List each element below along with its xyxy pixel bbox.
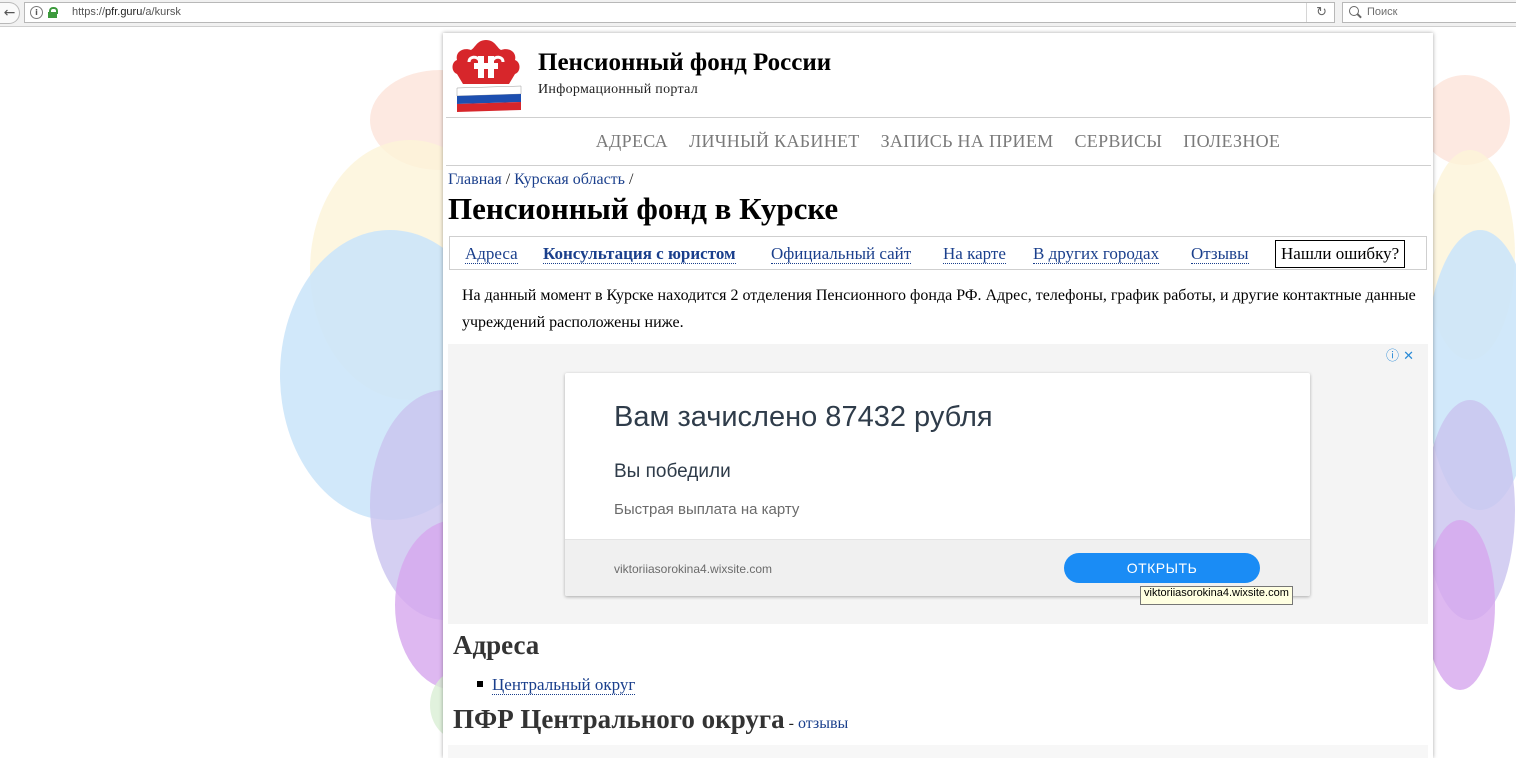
ad-subheadline[interactable]: Вы победили [614, 461, 731, 483]
url-text[interactable]: https://pfr.guru/a/kursk [72, 5, 181, 20]
separator-line [1306, 3, 1308, 22]
browser-search-input[interactable]: Поиск [1342, 2, 1516, 23]
tab-on-map[interactable]: На карте [943, 245, 1006, 264]
nav-useful[interactable]: ПОЛЕЗНОЕ [1183, 131, 1280, 152]
bullet [477, 681, 483, 687]
reload-icon[interactable]: ↻ [1316, 5, 1327, 20]
divider [446, 165, 1431, 166]
ad-info-icon[interactable]: ⓘ [1386, 349, 1399, 364]
ad-description[interactable]: Быстрая выплата на карту [614, 501, 799, 518]
url-prefix: https:// [72, 6, 106, 18]
addresses-heading: Адреса [453, 630, 540, 660]
nav-personal-account[interactable]: ЛИЧНЫЙ КАБИНЕТ [689, 131, 860, 152]
district-heading: ПФР Центрального округа - отзывы [453, 704, 848, 735]
pfr-logo[interactable] [449, 38, 524, 116]
address-bar[interactable]: i https://pfr.guru/a/kursk ↻ [24, 2, 1335, 23]
intro-text: На данный момент в Курске находится 2 от… [462, 287, 1416, 331]
tab-official-site[interactable]: Официальный сайт [771, 245, 912, 264]
tab-reviews[interactable]: Отзывы [1191, 245, 1249, 264]
ad-close-icon[interactable]: ✕ [1403, 349, 1414, 364]
search-placeholder: Поиск [1367, 6, 1398, 18]
page-container: Пенсионный фонд России Информационный по… [443, 33, 1433, 758]
breadcrumb-separator: / [501, 171, 515, 188]
nav-services[interactable]: СЕРВИСЫ [1074, 131, 1162, 152]
url-host: pfr.guru [105, 6, 143, 18]
lock-icon[interactable] [48, 7, 58, 18]
back-button[interactable]: ← [0, 2, 20, 24]
ad-card[interactable]: Вам зачислено 87432 рубля Вы победили Бы… [565, 373, 1310, 596]
district-link[interactable]: Центральный округ [492, 675, 636, 695]
arrow-left-icon: ← [3, 5, 16, 21]
ad-headline[interactable]: Вам зачислено 87432 рубля [614, 401, 993, 434]
link-tooltip: viktoriiasorokina4.wixsite.com [1140, 586, 1293, 605]
breadcrumb-home[interactable]: Главная [448, 171, 502, 188]
nav-appointment[interactable]: ЗАПИСЬ НА ПРИЕМ [881, 131, 1054, 152]
page-title: Пенсионный фонд в Курске [448, 191, 839, 226]
search-icon [1349, 6, 1359, 16]
breadcrumb-region[interactable]: Курская область [514, 171, 625, 188]
section-tabs: Адреса Консультация с юристом Официальны… [449, 236, 1427, 270]
district-title: ПФР Центрального округа [453, 704, 785, 734]
info-icon[interactable]: i [30, 6, 43, 19]
breadcrumb: Главная / Курская область / [448, 171, 633, 189]
reviews-separator: - [784, 715, 798, 732]
site-title[interactable]: Пенсионный фонд России [538, 49, 831, 77]
list-item: Центральный округ [477, 675, 636, 695]
ad-controls: ⓘ ✕ [1386, 345, 1414, 364]
content-band [448, 745, 1428, 758]
tab-other-cities[interactable]: В других городах [1033, 245, 1160, 264]
nav-addresses[interactable]: АДРЕСА [596, 131, 668, 152]
ad-domain[interactable]: viktoriiasorokina4.wixsite.com [614, 562, 772, 576]
browser-toolbar: ← i https://pfr.guru/a/kursk ↻ Поиск [0, 0, 1516, 27]
url-path: /a/kursk [142, 6, 181, 18]
ad-banner[interactable]: ⓘ ✕ Вам зачислено 87432 рубля Вы победил… [448, 344, 1428, 624]
report-error-button[interactable]: Нашли ошибку? [1275, 240, 1406, 268]
breadcrumb-separator: / [624, 171, 634, 188]
ad-open-button[interactable]: ОТКРЫТЬ [1064, 553, 1260, 583]
district-reviews-link[interactable]: отзывы [798, 715, 848, 732]
tab-addresses[interactable]: Адреса [465, 245, 518, 264]
tab-lawyer-consultation[interactable]: Консультация с юристом [543, 245, 736, 264]
site-subtitle: Информационный портал [538, 82, 699, 97]
main-nav: АДРЕСА ЛИЧНЫЙ КАБИНЕТ ЗАПИСЬ НА ПРИЕМ СЕ… [443, 117, 1433, 165]
